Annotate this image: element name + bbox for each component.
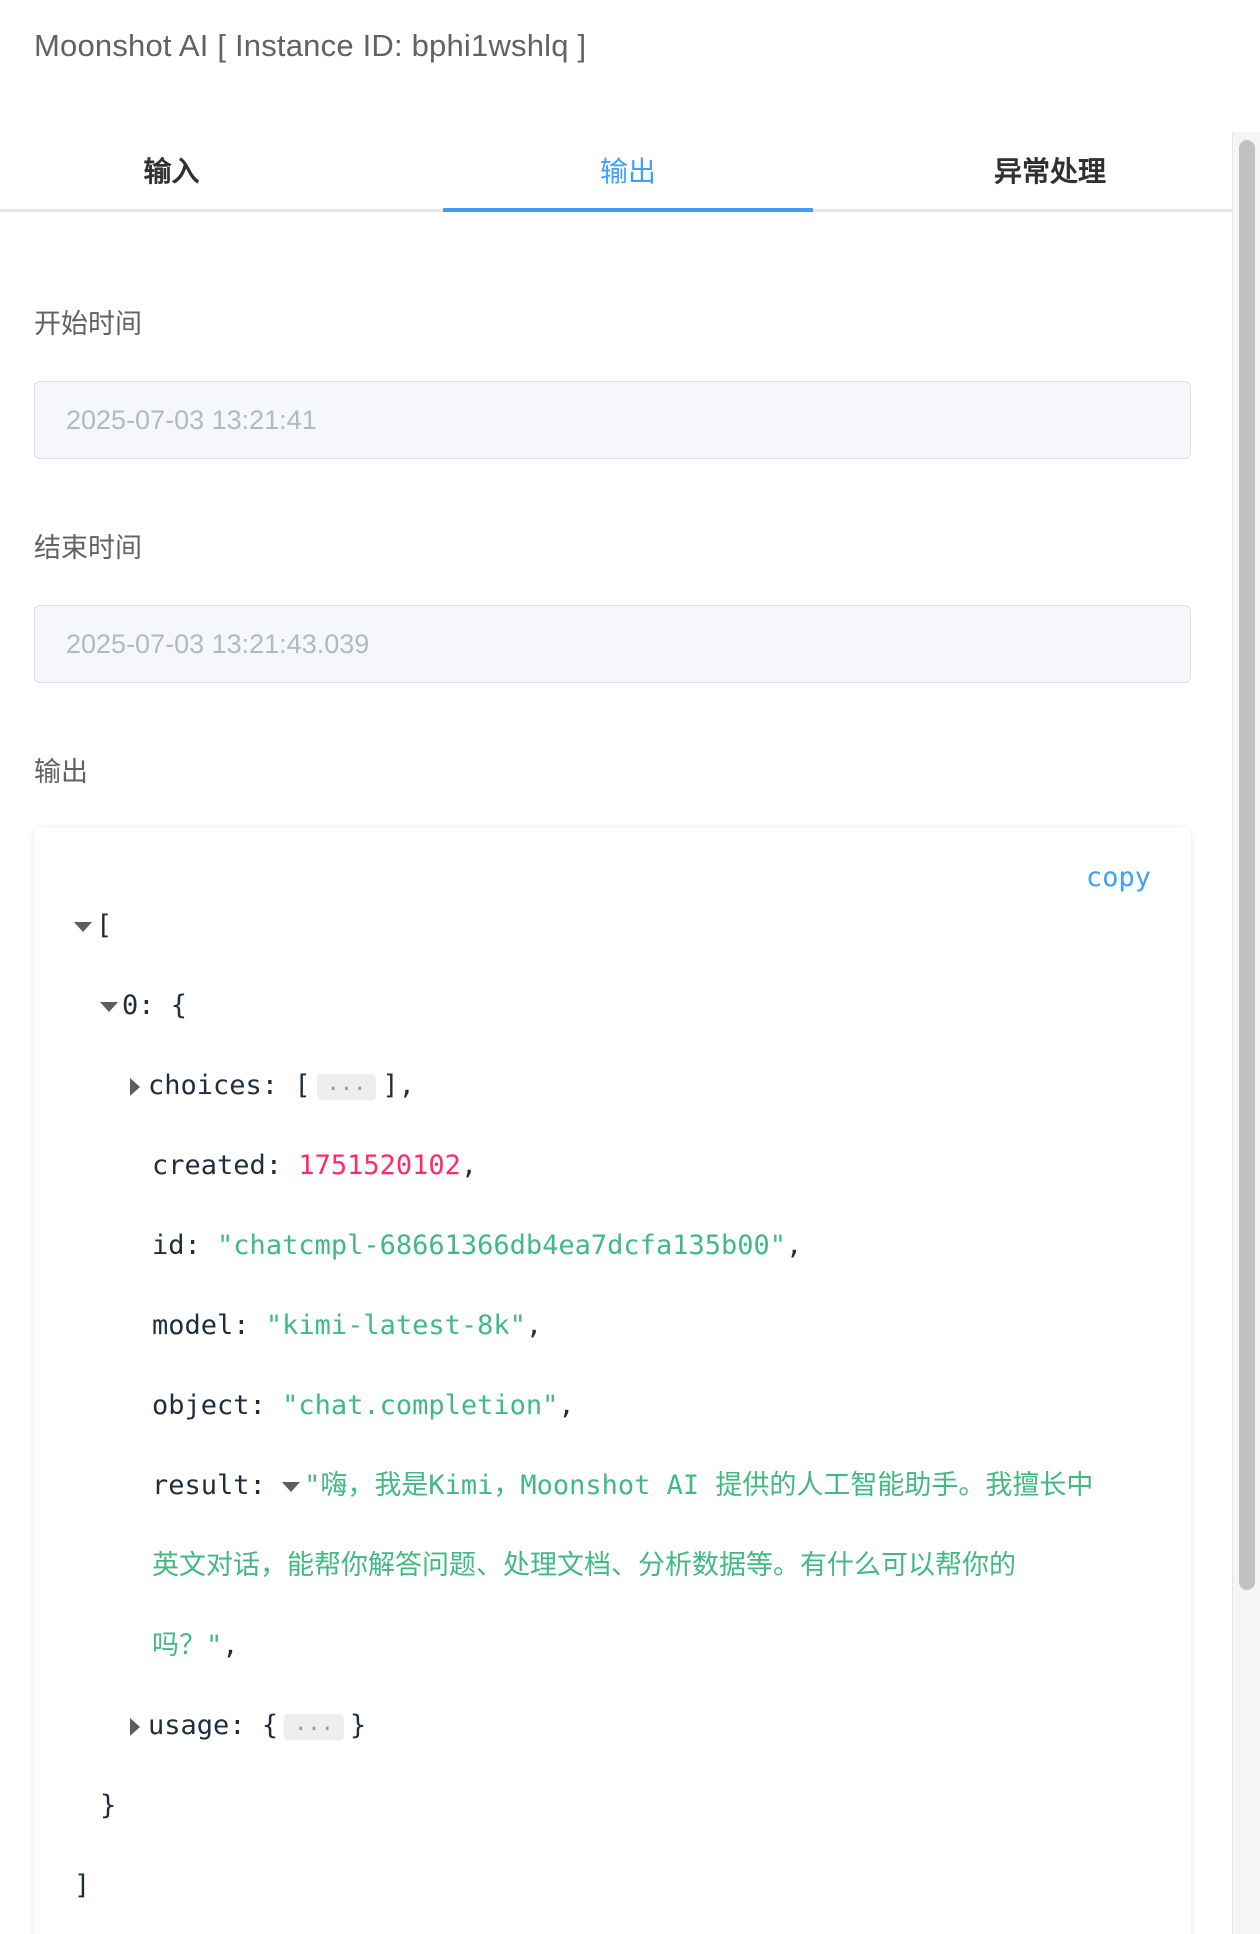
json-string-value: "kimi-latest-8k" <box>265 1310 526 1341</box>
json-string-value-line-2: 英文对话，能帮你解答问题、处理文档、分析数据等。有什么可以帮你的 <box>152 1550 1016 1581</box>
start-time-label: 开始时间 <box>34 309 142 340</box>
json-number-value: 1751520102 <box>298 1150 461 1181</box>
json-item-open: { <box>170 990 188 1021</box>
tab-input[interactable]: 输入 <box>0 132 343 212</box>
json-key: usage <box>148 1710 230 1741</box>
json-key: result <box>152 1470 250 1501</box>
json-field-result: result: "嗨，我是Kimi，Moonshot AI 提供的人工智能助手。… <box>152 1470 1094 1501</box>
json-item-close-line: } <box>100 1786 116 1826</box>
scrollbar-thumb[interactable] <box>1239 140 1255 1590</box>
collapsed-object-ellipsis[interactable]: ... <box>284 1712 344 1740</box>
vertical-scrollbar[interactable] <box>1232 132 1260 1934</box>
json-string-value: "chatcmpl-68661366db4ea7dcfa135b00" <box>217 1230 786 1261</box>
json-result-continuation: 吗？", <box>152 1630 239 1661</box>
active-tab-indicator <box>443 208 813 212</box>
json-field-created: created: 1751520102, <box>152 1150 478 1181</box>
json-close-bracket: ] <box>74 1870 91 1901</box>
json-field-choices: choices: [...], <box>130 1066 415 1106</box>
collapse-caret-icon[interactable] <box>100 1001 118 1012</box>
json-field-object: object: "chat.completion", <box>152 1390 575 1421</box>
json-open-bracket: [ <box>96 910 113 941</box>
tab-exception-handling[interactable]: 异常处理 <box>900 132 1200 212</box>
end-time-label: 结束时间 <box>34 533 142 564</box>
json-key: model <box>152 1310 234 1341</box>
json-string-value: "chat.completion" <box>282 1390 559 1421</box>
collapsed-array-ellipsis[interactable]: ... <box>316 1072 377 1100</box>
page: Moonshot AI [ Instance ID: bphi1wshlq ] … <box>0 0 1260 1934</box>
collapse-caret-icon[interactable] <box>282 1481 301 1492</box>
json-root-line: [ <box>74 906 112 946</box>
json-item-line: 0: { <box>100 986 187 1026</box>
json-key: id <box>152 1230 185 1261</box>
json-string-value-line-1: "嗨，我是Kimi，Moonshot AI 提供的人工智能助手。我擅长中 <box>304 1470 1094 1501</box>
json-key: choices <box>148 1070 262 1101</box>
json-field-id: id: "chatcmpl-68661366db4ea7dcfa135b00", <box>152 1230 803 1261</box>
json-viewer: copy [ 0: { choices: [...], created: 175… <box>34 828 1191 1934</box>
json-item-close: } <box>100 1790 117 1821</box>
json-result-continuation: 英文对话，能帮你解答问题、处理文档、分析数据等。有什么可以帮你的 <box>152 1546 1016 1586</box>
json-string-value-line-3: 吗？" <box>152 1630 223 1661</box>
expand-caret-icon[interactable] <box>130 1717 140 1736</box>
tab-output[interactable]: 输出 <box>443 132 813 212</box>
start-time-field[interactable]: 2025-07-03 13:21:41 <box>34 381 1191 459</box>
json-field-usage: usage: {...} <box>130 1706 366 1746</box>
collapse-caret-icon[interactable] <box>74 921 92 932</box>
copy-button[interactable]: copy <box>1086 862 1151 893</box>
expand-caret-icon[interactable] <box>130 1077 140 1096</box>
json-field-model: model: "kimi-latest-8k", <box>152 1310 543 1341</box>
json-root-close-line: ] <box>74 1866 90 1906</box>
json-key: object <box>152 1390 250 1421</box>
end-time-field[interactable]: 2025-07-03 13:21:43.039 <box>34 605 1191 683</box>
page-title: Moonshot AI [ Instance ID: bphi1wshlq ] <box>34 28 587 63</box>
json-key: created <box>152 1150 266 1181</box>
tab-bar: 输入 输出 异常处理 <box>0 132 1232 212</box>
json-item-index: 0 <box>122 990 139 1021</box>
output-label: 输出 <box>34 757 88 788</box>
